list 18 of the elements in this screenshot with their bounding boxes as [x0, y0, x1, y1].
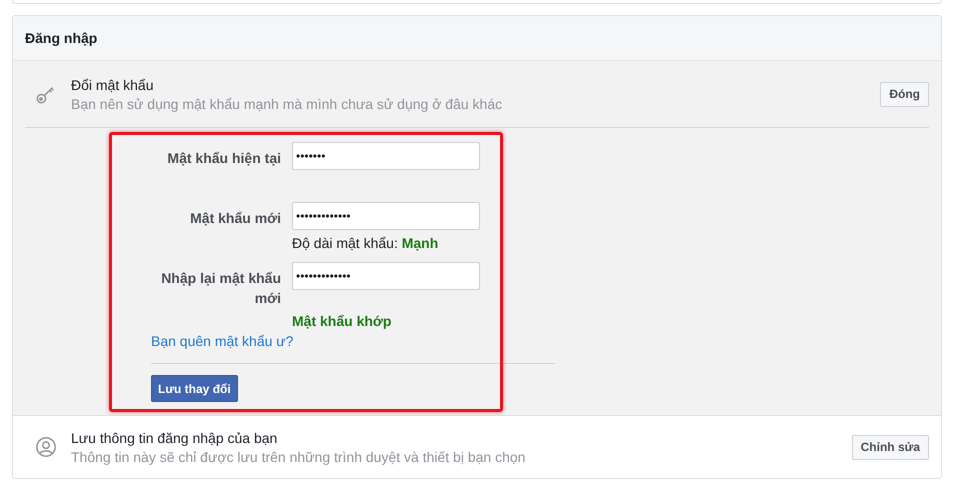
field-label: Nhập lại mật khẩu mới: [160, 269, 281, 308]
setting-title: Lưu thông tin đăng nhập của bạn: [71, 430, 278, 446]
section-title: Đăng nhập: [25, 30, 98, 46]
password-field[interactable]: •••••••••••••: [292, 262, 480, 290]
user-circle-icon: [35, 436, 57, 458]
strength-text: Độ dài mật khẩu: Mạnh: [292, 235, 440, 251]
edit-button[interactable]: Chỉnh sửa: [852, 434, 929, 460]
field-label: Mật khẩu hiện tại: [166, 149, 281, 168]
forgot-password-link[interactable]: Bạn quên mật khẩu ư?: [151, 333, 294, 349]
close-button[interactable]: Đóng: [880, 82, 929, 106]
setting-description: Thông tin này sẽ chỉ được lưu trên những trình duyệt và thiết bị bạn chọn: [71, 448, 526, 464]
setting-description: Bạn nên sử dụng mật khẩu mạnh mà mình chưa sử dụng ở đâu khác: [71, 96, 504, 112]
password-field[interactable]: •••••••: [292, 142, 480, 170]
setting-title: Đổi mật khẩu: [71, 76, 154, 92]
field-label: Mật khẩu mới: [189, 209, 281, 228]
save-changes-button[interactable]: Lưu thay đổi: [151, 375, 238, 402]
match-status: Mật khẩu khớp: [292, 313, 392, 329]
password-field[interactable]: •••••••••••••: [292, 202, 480, 230]
